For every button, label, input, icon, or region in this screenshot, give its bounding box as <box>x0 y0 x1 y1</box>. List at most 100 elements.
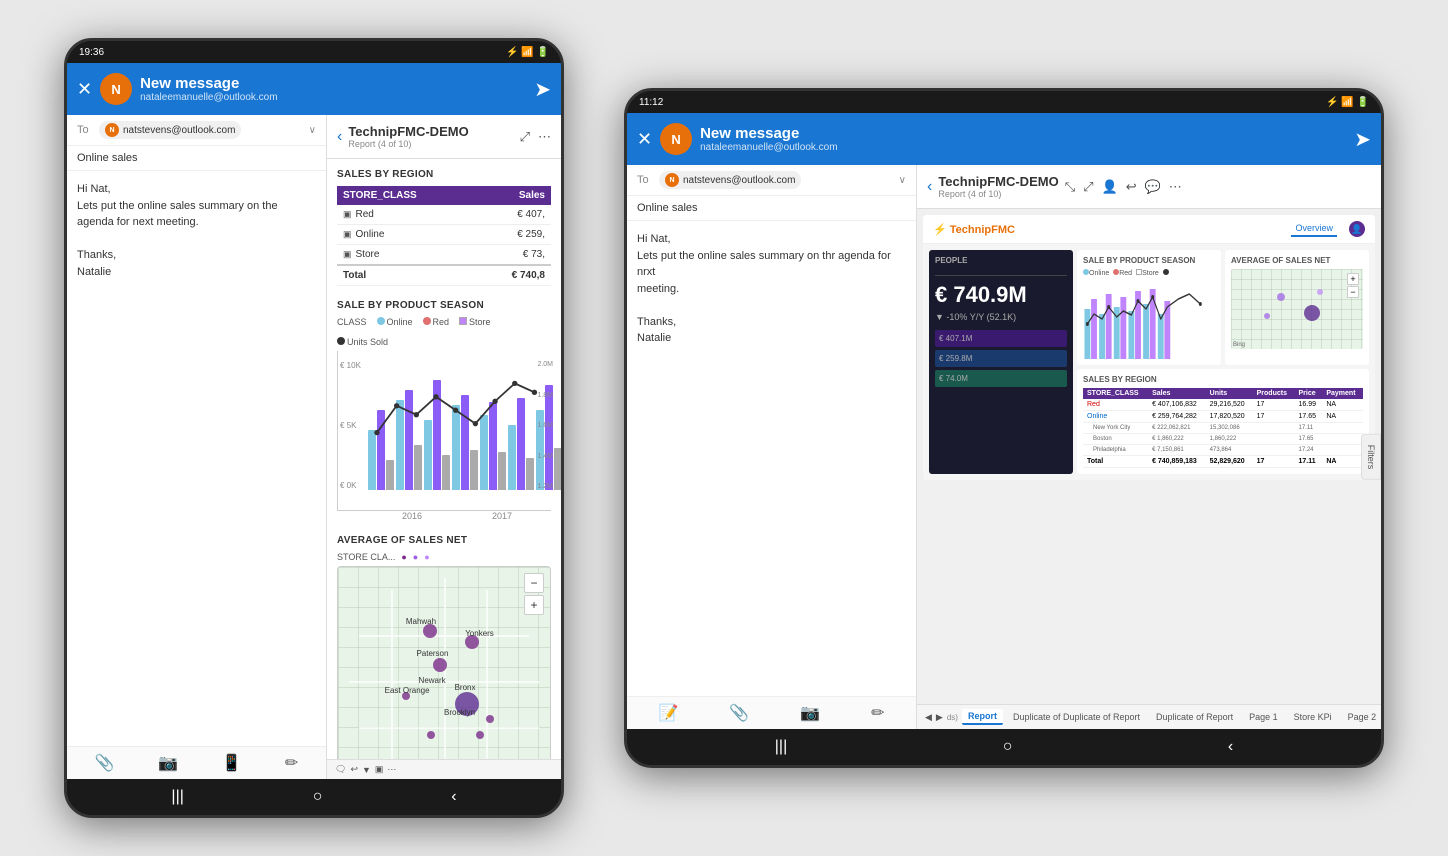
zoom-in-button[interactable]: + <box>524 595 544 615</box>
pbi-col-payment: Payment <box>1322 388 1363 399</box>
to-label: To <box>77 124 93 136</box>
cell-price-nyc: 17.11 <box>1294 423 1322 434</box>
cell-empty-2 <box>1322 423 1363 434</box>
photo-icon[interactable]: 📷 <box>158 753 178 773</box>
report-nav-bottom: 🗨 ↩ ▼ ▣ ⋯ <box>327 759 561 779</box>
report-content[interactable]: SALES BY REGION STORE_CLASS Sales ▣Red €… <box>327 159 561 759</box>
body-line-3: agenda for next meeting. <box>77 214 316 231</box>
pbi-table-row-philly: Philadelphia € 7,150,861 473,864 17.24 <box>1083 445 1363 456</box>
cell-empty-4 <box>1322 434 1363 445</box>
cell-sales-online: € 259,764,282 <box>1148 411 1206 423</box>
attach-icon[interactable]: 📎 <box>95 753 115 773</box>
large-email-subject[interactable]: Online sales <box>627 196 916 221</box>
cell-total-pay: NA <box>1322 456 1363 468</box>
more-icon[interactable]: ✏ <box>285 753 298 773</box>
page-tab-dup-dup[interactable]: Duplicate of Duplicate of Report <box>1007 710 1146 724</box>
large-report-subtitle: Report (4 of 10) <box>938 189 1058 199</box>
to-chevron-icon[interactable]: ∨ <box>309 125 316 136</box>
body-sign-2: Natalie <box>77 264 316 281</box>
label-paterson: Paterson <box>416 649 448 658</box>
zoom-out-button[interactable]: − <box>524 573 544 593</box>
page-next-icon[interactable]: ▶ <box>936 712 943 723</box>
large-attach-icon[interactable]: 📎 <box>729 703 749 723</box>
page-tab-page1[interactable]: Page 1 <box>1243 710 1284 724</box>
cell-total-lbl: Total <box>1083 456 1148 468</box>
nav-back-icon[interactable]: ‹ <box>451 788 456 806</box>
cell-units-boston: 1,860,222 <box>1206 434 1253 445</box>
page-tab-storekpi[interactable]: Store KPi <box>1288 710 1338 724</box>
recipient-chip[interactable]: N natstevens@outlook.com <box>99 121 241 139</box>
pbi-table-row-red: Red € 407,106,832 29,216,520 17 16.99 NA <box>1083 399 1363 411</box>
page-prev-icon[interactable]: ◀ <box>925 712 932 723</box>
table-total-row: Total € 740,8 <box>337 265 551 286</box>
legend-store: Store <box>459 317 491 327</box>
cell-city-boston: Boston <box>1083 434 1148 445</box>
cell-store: ▣Store <box>337 245 477 266</box>
mini-zoom-in[interactable]: + <box>1347 273 1359 285</box>
nav-prev-icon[interactable]: 🗨 <box>335 764 346 775</box>
pbi-col-class: STORE_CLASS <box>1083 388 1148 399</box>
nav-menu-icon[interactable]: ||| <box>171 788 183 806</box>
nav-filter-icon[interactable]: ▼ <box>362 765 371 775</box>
email-subject[interactable]: Online sales <box>67 146 326 171</box>
cell-units-red: 29,216,520 <box>1206 399 1253 411</box>
export-icon[interactable]: ⤢ <box>1083 179 1093 195</box>
filters-tab[interactable]: Filters <box>1361 433 1381 480</box>
email-compose-panel: To N natstevens@outlook.com ∨ Online sal… <box>67 115 327 779</box>
share-icon[interactable]: ⤡ <box>1065 179 1075 195</box>
large-nav-menu-icon[interactable]: ||| <box>775 738 787 756</box>
close-button[interactable]: ✕ <box>77 79 92 100</box>
page-tab-page2[interactable]: Page 2 <box>1342 710 1381 724</box>
large-email-body[interactable]: Hi Nat, Lets put the online sales summar… <box>627 221 916 696</box>
table-row: ▣Online € 259, <box>337 225 551 245</box>
overflow-icon[interactable]: ⋯ <box>1169 179 1182 195</box>
pbi-tab-overview[interactable]: Overview <box>1291 221 1337 237</box>
nav-home-icon[interactable]: ○ <box>313 788 323 806</box>
bar-online-6 <box>508 425 516 490</box>
page-ds[interactable]: ds) <box>947 713 958 722</box>
col-sales: Sales <box>477 186 551 205</box>
large-report-nav-bottom: ◀ ▶ ds) Report Duplicate of Duplicate of… <box>917 704 1381 729</box>
large-nav-home-icon[interactable]: ○ <box>1003 738 1013 756</box>
expand-icon[interactable]: ⤢ <box>520 129 530 145</box>
large-nav-back-icon[interactable]: ‹ <box>1228 738 1233 756</box>
mini-chart-legend: Online Red Store <box>1083 269 1215 277</box>
cell-price-philly: 17.24 <box>1294 445 1322 456</box>
people-value: € 740.9M <box>935 282 1067 308</box>
send-button[interactable]: ➤ <box>534 77 551 102</box>
large-draw-icon[interactable]: ✏ <box>871 703 884 723</box>
cell-prod-online: 17 <box>1253 411 1295 423</box>
nav-page-icon[interactable]: ▣ <box>375 764 384 775</box>
map-card-title: AVERAGE OF SALES NET <box>1231 256 1363 265</box>
more-report-icon[interactable]: ⋯ <box>538 129 551 145</box>
email-body[interactable]: Hi Nat, Lets put the online sales summar… <box>67 171 326 746</box>
camera-icon[interactable]: 📱 <box>221 753 241 773</box>
user-icon[interactable]: 👤 <box>1102 179 1118 195</box>
large-send-button[interactable]: ➤ <box>1354 127 1371 152</box>
report-panel: ‹ TechnipFMC-DEMO Report (4 of 10) ⤢ ⋯ S… <box>327 115 561 779</box>
page-tab-report[interactable]: Report <box>962 709 1003 725</box>
large-recipient-chip[interactable]: N natstevens@outlook.com <box>659 171 801 189</box>
cell-total-label: Total <box>337 265 477 286</box>
col-store-class: STORE_CLASS <box>337 186 477 205</box>
cell-total-prod: 17 <box>1253 456 1295 468</box>
large-to-label: To <box>637 174 653 186</box>
bar-online-2 <box>396 400 404 490</box>
large-close-button[interactable]: ✕ <box>637 129 652 150</box>
page-tab-dup[interactable]: Duplicate of Report <box>1150 710 1239 724</box>
email-header-info: New message nataleemanuelle@outlook.com <box>140 75 526 103</box>
large-to-chevron-icon[interactable]: ∨ <box>899 175 906 186</box>
comment-icon[interactable]: 💬 <box>1145 179 1161 195</box>
label-brooklyn: Brooklyn <box>444 708 475 717</box>
mini-zoom-out[interactable]: − <box>1347 286 1359 298</box>
report-back-button[interactable]: ‹ <box>337 128 342 146</box>
mini-map-zoom: + − <box>1347 273 1359 298</box>
refresh-icon[interactable]: ↩ <box>1126 179 1137 195</box>
nav-more-icon[interactable]: ⋯ <box>387 764 396 775</box>
large-compose-icon[interactable]: 📝 <box>658 703 678 723</box>
map-legend: STORE CLA... ● ● ● <box>337 552 551 562</box>
people-divider <box>935 269 1067 276</box>
large-report-back[interactable]: ‹ <box>927 178 932 196</box>
nav-undo-icon[interactable]: ↩ <box>350 764 358 775</box>
large-photo-icon[interactable]: 📷 <box>800 703 820 723</box>
